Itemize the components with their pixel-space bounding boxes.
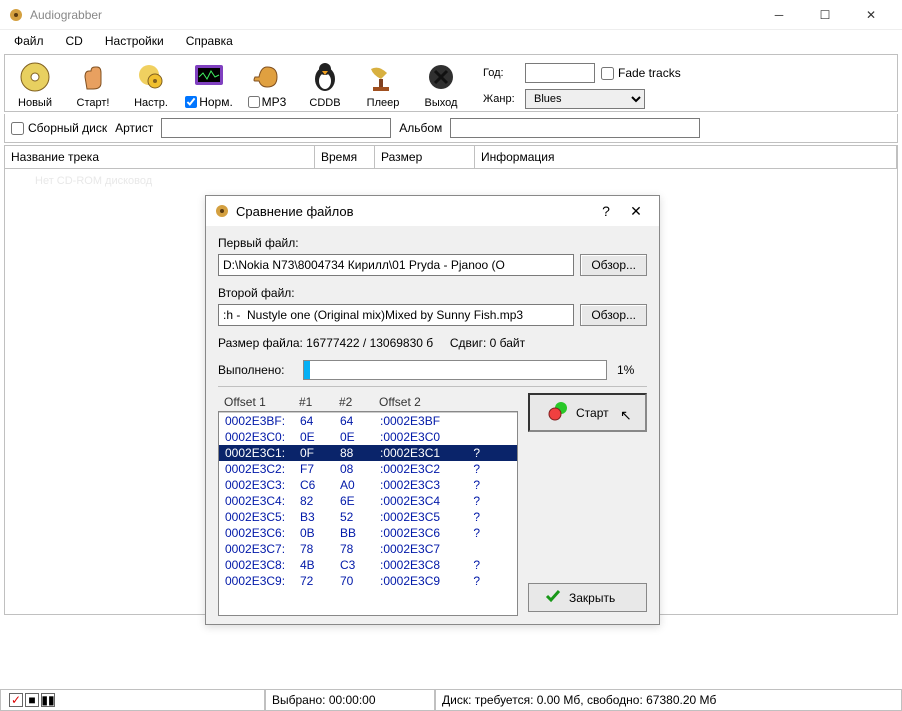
mp3-button[interactable]: MP3 — [243, 59, 291, 109]
dialog-title: Сравнение файлов — [236, 204, 591, 219]
close-button[interactable]: ✕ — [848, 0, 894, 30]
gear-icon — [133, 59, 169, 95]
help-button[interactable]: ? — [591, 203, 621, 219]
fade-checkbox[interactable] — [601, 67, 614, 80]
sb-square-icon[interactable]: ■ — [25, 693, 39, 707]
compare-row[interactable]: 0002E3C3:C6A0:0002E3C3? — [219, 477, 517, 493]
compare-row[interactable]: 0002E3BF:6464:0002E3BF — [219, 413, 517, 429]
year-input[interactable] — [525, 63, 595, 83]
checkmark-icon — [545, 588, 561, 607]
sb-disk: Диск: требуется: 0.00 Мб, свободно: 6738… — [435, 690, 902, 711]
progress-bar — [303, 360, 607, 380]
menu-settings[interactable]: Настройки — [95, 32, 174, 50]
statusbar: ✓ ■ ▮▮ Выбрано: 00:00:00 Диск: требуется… — [0, 689, 902, 711]
compilation-checkbox[interactable] — [11, 122, 24, 135]
file1-input[interactable] — [218, 254, 574, 276]
exit-icon — [423, 59, 459, 95]
start-compare-button[interactable]: Старт ↖ — [528, 393, 647, 432]
dialog-close-button[interactable]: ✕ — [621, 203, 651, 220]
compare-list[interactable]: 0002E3BF:6464:0002E3BF0002E3C0:0E0E:0002… — [218, 411, 518, 616]
new-button[interactable]: Новый — [11, 59, 59, 109]
compare-row[interactable]: 0002E3C8:4BC3:0002E3C8? — [219, 557, 517, 573]
exit-button[interactable]: Выход — [417, 59, 465, 109]
compare-row[interactable]: 0002E3C1:0F88:0002E3C1? — [219, 445, 517, 461]
year-label: Год: — [483, 67, 519, 79]
file1-label: Первый файл: — [218, 236, 647, 250]
info-row: Сборный диск Артист Альбом — [4, 114, 898, 143]
dialog-titlebar: Сравнение файлов ? ✕ — [206, 196, 659, 226]
compare-row[interactable]: 0002E3C7:7878:0002E3C7 — [219, 541, 517, 557]
norm-checkbox[interactable] — [185, 96, 197, 108]
cursor-icon: ↖ — [620, 407, 632, 424]
toolbar: Новый Старт! Настр. Норм. MP3 CDDB Плеер… — [4, 54, 898, 112]
sb-selected: Выбрано: 00:00:00 — [265, 690, 435, 711]
maximize-button[interactable]: ☐ — [802, 0, 848, 30]
file2-label: Второй файл: — [218, 286, 647, 300]
fade-label: Fade tracks — [618, 66, 681, 80]
compilation-label: Сборный диск — [28, 121, 107, 135]
player-button[interactable]: Плеер — [359, 59, 407, 109]
titlebar: Audiograbber ─ ☐ ✕ — [0, 0, 902, 30]
col-size[interactable]: Размер — [375, 146, 475, 168]
window-title: Audiograbber — [30, 8, 756, 22]
artist-input[interactable] — [161, 118, 391, 138]
compare-row[interactable]: 0002E3CA:F8C7:0002E3CA? — [219, 589, 517, 592]
compare-header: Offset 1 #1 #2 Offset 2 — [218, 393, 518, 411]
mp3-icon — [249, 59, 285, 95]
genre-select[interactable]: Blues — [525, 89, 645, 109]
sb-check-icon[interactable]: ✓ — [9, 693, 23, 707]
compare-row[interactable]: 0002E3C5:B352:0002E3C5? — [219, 509, 517, 525]
album-input[interactable] — [450, 118, 700, 138]
norm-button[interactable]: Норм. — [185, 59, 233, 109]
compare-row[interactable]: 0002E3C6:0BBB:0002E3C6? — [219, 525, 517, 541]
play-icon — [548, 401, 568, 424]
close-compare-button[interactable]: Закрыть — [528, 583, 647, 612]
mp3-checkbox[interactable] — [248, 96, 260, 108]
browse1-button[interactable]: Обзор... — [580, 254, 647, 276]
genre-label: Жанр: — [483, 93, 519, 105]
app-icon — [8, 7, 24, 23]
monitor-icon — [191, 59, 227, 95]
minimize-button[interactable]: ─ — [756, 0, 802, 30]
browse2-button[interactable]: Обзор... — [580, 304, 647, 326]
file2-input[interactable] — [218, 304, 574, 326]
col-time[interactable]: Время — [315, 146, 375, 168]
list-header: Название трека Время Размер Информация — [5, 146, 897, 169]
cddb-button[interactable]: CDDB — [301, 59, 349, 109]
settings-button[interactable]: Настр. — [127, 59, 175, 109]
menu-help[interactable]: Справка — [176, 32, 243, 50]
col-track[interactable]: Название трека — [5, 146, 315, 168]
menu-file[interactable]: Файл — [4, 32, 54, 50]
compare-row[interactable]: 0002E3C2:F708:0002E3C2? — [219, 461, 517, 477]
sb-bars-icon[interactable]: ▮▮ — [41, 693, 55, 707]
col-info[interactable]: Информация — [475, 146, 897, 168]
artist-label: Артист — [115, 121, 153, 135]
start-button[interactable]: Старт! — [69, 59, 117, 109]
album-label: Альбом — [399, 121, 442, 135]
empty-message: Нет CD-ROM дисковод — [5, 169, 897, 193]
filesize-text: Размер файла: 16777422 / 13069830 б — [218, 336, 433, 350]
cd-icon — [17, 59, 53, 95]
compare-row[interactable]: 0002E3C0:0E0E:0002E3C0 — [219, 429, 517, 445]
compare-row[interactable]: 0002E3C4:826E:0002E3C4? — [219, 493, 517, 509]
gramophone-icon — [365, 59, 401, 95]
compare-dialog: Сравнение файлов ? ✕ Первый файл: Обзор.… — [205, 195, 660, 625]
shift-text: Сдвиг: 0 байт — [450, 336, 525, 350]
menubar: Файл CD Настройки Справка — [0, 30, 902, 52]
compare-row[interactable]: 0002E3C9:7270:0002E3C9? — [219, 573, 517, 589]
done-label: Выполнено: — [218, 363, 293, 377]
menu-cd[interactable]: CD — [56, 32, 93, 50]
done-pct: 1% — [617, 363, 647, 377]
toolbar-right: Год: Fade tracks Жанр: Blues — [483, 63, 681, 109]
penguin-icon — [307, 59, 343, 95]
dialog-icon — [214, 203, 230, 219]
hand-icon — [75, 59, 111, 95]
